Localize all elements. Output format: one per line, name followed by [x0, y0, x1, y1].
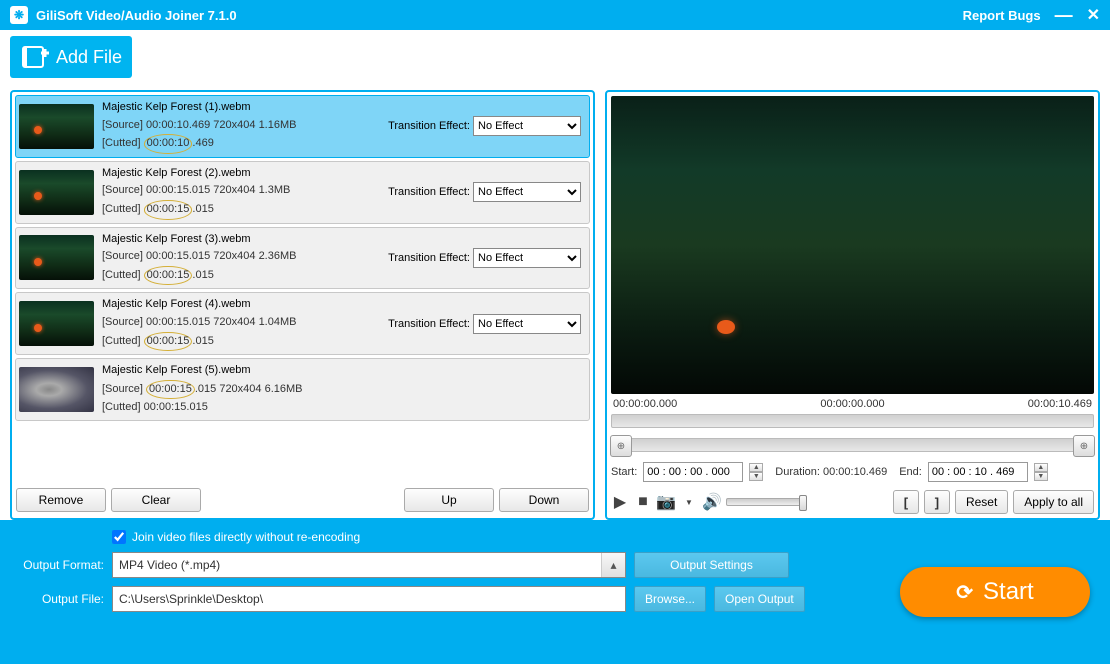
minimize-icon[interactable]: — — [1055, 5, 1073, 26]
start-button[interactable]: ⟳ Start — [900, 567, 1090, 617]
file-thumbnail — [19, 235, 94, 280]
transition-effect: Transition Effect:No Effect — [388, 116, 581, 136]
duration-label: Duration: 00:00:10.469 — [775, 466, 887, 478]
join-direct-checkbox[interactable] — [112, 530, 126, 544]
join-direct-label: Join video files directly without re-enc… — [132, 530, 360, 544]
reset-button[interactable]: Reset — [955, 490, 1008, 514]
app-title: GiliSoft Video/Audio Joiner 7.1.0 — [36, 8, 963, 23]
start-label: Start — [983, 578, 1034, 606]
browse-button[interactable]: Browse... — [634, 586, 706, 612]
file-name: Majestic Kelp Forest (1).webm — [102, 99, 586, 117]
volume-icon[interactable]: 🔊 — [703, 493, 721, 511]
end-label: End: — [899, 466, 922, 478]
volume-slider[interactable] — [726, 498, 806, 506]
down-button[interactable]: Down — [499, 488, 589, 512]
file-thumbnail — [19, 301, 94, 346]
stop-icon[interactable]: ■ — [634, 493, 652, 511]
add-file-label: Add File — [56, 47, 122, 68]
report-bugs-link[interactable]: Report Bugs — [963, 8, 1041, 23]
transition-effect: Transition Effect:No Effect — [388, 248, 581, 268]
file-row[interactable]: Majestic Kelp Forest (1).webm[Source] 00… — [15, 95, 590, 158]
time-start: 00:00:00.000 — [613, 398, 677, 410]
close-icon[interactable]: ✕ — [1087, 5, 1100, 25]
time-end: 00:00:10.469 — [1028, 398, 1092, 410]
output-format-value: MP4 Video (*.mp4) — [119, 558, 220, 572]
toolbar: Add File — [0, 30, 1110, 90]
trim-handle-start[interactable]: ⊕ — [610, 435, 632, 457]
file-row[interactable]: Majestic Kelp Forest (2).webm[Source] 00… — [15, 161, 590, 224]
transition-label: Transition Effect: — [388, 252, 470, 264]
transition-select[interactable]: No Effect — [473, 248, 581, 268]
transition-select[interactable]: No Effect — [473, 314, 581, 334]
file-list-panel: Majestic Kelp Forest (1).webm [Source] 00… — [10, 90, 595, 520]
file-thumbnail — [19, 104, 94, 149]
up-button[interactable]: Up — [404, 488, 494, 512]
seek-track[interactable] — [611, 414, 1094, 428]
trim-track[interactable]: ⊕ ⊕ — [611, 438, 1094, 452]
file-thumbnail — [19, 170, 94, 215]
end-input[interactable] — [928, 462, 1028, 482]
mark-in-button[interactable]: [ — [893, 490, 919, 514]
output-format-label: Output Format: — [14, 558, 104, 572]
snapshot-icon[interactable]: 📷 — [657, 493, 675, 511]
transition-label: Transition Effect: — [388, 186, 470, 198]
output-file-label: Output File: — [14, 592, 104, 606]
time-current: 00:00:00.000 — [820, 398, 884, 410]
apply-all-button[interactable]: Apply to all — [1013, 490, 1094, 514]
file-info: Majestic Kelp Forest (5).webm[Source] 00… — [102, 362, 586, 417]
transition-effect: Transition Effect:No Effect — [388, 182, 581, 202]
file-name: Majestic Kelp Forest (5).webm — [102, 362, 586, 380]
app-logo-icon: ❋ — [10, 6, 28, 24]
file-cutted: [Cutted] 00:00:10.469 — [102, 134, 586, 154]
file-source: [Source] 00:00:15.015 720x404 6.16MB — [102, 380, 586, 400]
file-cutted: [Cutted] 00:00:15.015 — [102, 332, 586, 352]
file-name: Majestic Kelp Forest (4).webm — [102, 296, 586, 314]
transition-select[interactable]: No Effect — [473, 182, 581, 202]
transition-select[interactable]: No Effect — [473, 116, 581, 136]
file-cutted: [Cutted] 00:00:15.015 — [102, 399, 586, 417]
preview-video[interactable] — [611, 96, 1094, 394]
preview-panel: 00:00:00.000 00:00:00.000 00:00:10.469 ⊕… — [605, 90, 1100, 520]
file-name: Majestic Kelp Forest (2).webm — [102, 165, 586, 183]
open-output-button[interactable]: Open Output — [714, 586, 805, 612]
start-input[interactable] — [643, 462, 743, 482]
file-row[interactable]: Majestic Kelp Forest (3).webm[Source] 00… — [15, 227, 590, 290]
add-file-icon — [20, 42, 50, 72]
snapshot-dropdown-icon[interactable]: ▼ — [680, 493, 698, 511]
transition-label: Transition Effect: — [388, 318, 470, 330]
play-icon[interactable]: ▶ — [611, 493, 629, 511]
add-file-button[interactable]: Add File — [10, 36, 132, 78]
transition-effect: Transition Effect:No Effect — [388, 314, 581, 334]
bottom-bar: Join video files directly without re-enc… — [0, 520, 1110, 664]
file-row[interactable]: Majestic Kelp Forest (4).webm[Source] 00… — [15, 292, 590, 355]
output-file-input[interactable] — [112, 586, 626, 612]
file-cutted: [Cutted] 00:00:15.015 — [102, 200, 586, 220]
file-row[interactable]: Majestic Kelp Forest (5).webm[Source] 00… — [15, 358, 590, 421]
refresh-icon: ⟳ — [956, 580, 973, 605]
titlebar: ❋ GiliSoft Video/Audio Joiner 7.1.0 Repo… — [0, 0, 1110, 30]
output-settings-button[interactable]: Output Settings — [634, 552, 789, 578]
trim-handle-end[interactable]: ⊕ — [1073, 435, 1095, 457]
end-spinner[interactable]: ▲▼ — [1034, 463, 1048, 481]
start-label: Start: — [611, 466, 637, 478]
chevron-up-icon: ▴ — [601, 553, 625, 577]
file-cutted: [Cutted] 00:00:15.015 — [102, 266, 586, 286]
file-list: Majestic Kelp Forest (1).webm [Source] 00… — [15, 95, 590, 479]
transition-label: Transition Effect: — [388, 120, 470, 132]
timeline-labels: 00:00:00.000 00:00:00.000 00:00:10.469 — [611, 398, 1094, 410]
output-format-select[interactable]: MP4 Video (*.mp4) ▴ — [112, 552, 626, 578]
remove-button[interactable]: Remove — [16, 488, 106, 512]
mark-out-button[interactable]: ] — [924, 490, 950, 514]
start-spinner[interactable]: ▲▼ — [749, 463, 763, 481]
file-thumbnail — [19, 367, 94, 412]
clear-button[interactable]: Clear — [111, 488, 201, 512]
list-button-row: Remove Clear Up Down — [12, 482, 593, 518]
file-name: Majestic Kelp Forest (3).webm — [102, 231, 586, 249]
